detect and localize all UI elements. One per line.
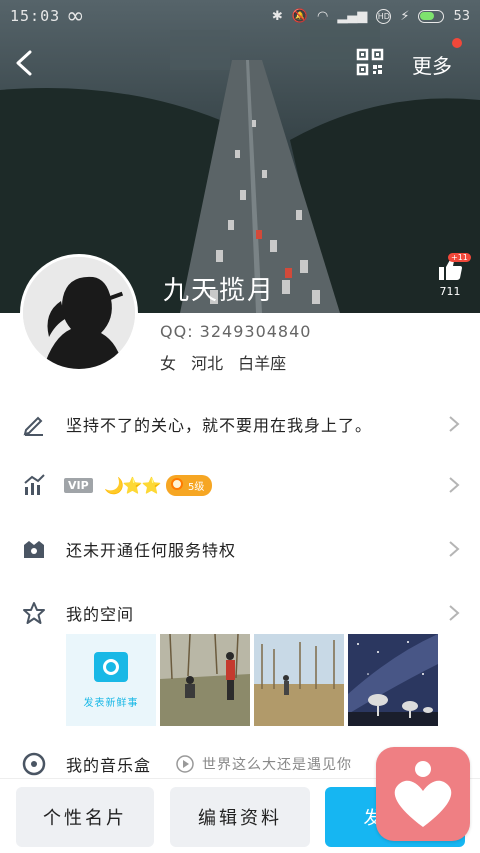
chevron-right-icon <box>449 605 460 621</box>
vip-row[interactable]: VIP 🌙⭐⭐ 5级 <box>0 457 480 513</box>
wifi-icon: ◠ <box>316 8 329 24</box>
pencil-icon <box>23 416 43 436</box>
top-nav: 更多 <box>0 38 480 88</box>
bluetooth-icon: ✱ <box>271 8 283 24</box>
vip-tag: VIP <box>64 477 93 493</box>
vip-level-icons: 🌙⭐⭐ <box>104 475 162 495</box>
chevron-right-icon <box>449 416 460 432</box>
service-row[interactable]: 还未开通任何服务特权 <box>0 521 480 577</box>
post-new-label: 发表新鲜事 <box>83 697 139 709</box>
signature-text: 坚持不了的关心，就不要用在我身上了。 <box>66 416 373 435</box>
avatar[interactable] <box>20 254 138 372</box>
photo-people-field <box>160 634 250 726</box>
status-bar: 15:03 ∞ ✱ 🔕 ◠ ▂▄▆ HD ⚡ 53 <box>0 0 480 32</box>
space-photo[interactable] <box>160 634 250 726</box>
status-icons: ✱ 🔕 ◠ ▂▄▆ HD ⚡ 53 <box>271 8 470 24</box>
space-photo-strip: 发表新鲜事 <box>66 634 440 726</box>
camera-icon <box>94 651 128 682</box>
service-text: 还未开通任何服务特权 <box>66 541 237 560</box>
mute-icon: 🔕 <box>291 8 308 24</box>
space-title: 我的空间 <box>66 605 135 624</box>
chevron-right-icon <box>449 541 460 557</box>
notification-dot <box>452 38 462 48</box>
music-song-title: 世界这么大还是遇见你 <box>202 757 352 773</box>
qr-code-icon[interactable] <box>356 48 384 76</box>
signal-icon: ▂▄▆ <box>337 8 368 24</box>
edit-profile-button[interactable]: 编辑资料 <box>170 787 310 847</box>
like-button[interactable]: +11 711 <box>430 253 471 298</box>
growth-chart-icon <box>24 474 45 495</box>
like-count: 711 <box>439 285 461 298</box>
crown-box-icon <box>24 541 44 558</box>
profile-card-button[interactable]: 个性名片 <box>16 787 154 847</box>
floating-heart-widget[interactable] <box>376 747 470 841</box>
more-button[interactable]: 更多 <box>412 50 452 79</box>
star-icon <box>23 602 45 624</box>
music-disc-icon <box>22 752 46 776</box>
back-chevron-icon[interactable] <box>12 50 34 76</box>
music-title: 我的音乐盒 <box>66 756 152 775</box>
space-photo[interactable] <box>348 634 438 726</box>
avatar-silhouette-image <box>23 257 135 369</box>
chevron-right-icon <box>449 477 460 493</box>
photo-starry-telescopes <box>348 634 438 726</box>
qq-number: QQ: 3249304840 <box>160 322 312 341</box>
battery-icon <box>418 9 445 23</box>
like-increment-badge: +11 <box>448 253 471 262</box>
signature-row[interactable]: 坚持不了的关心，就不要用在我身上了。 <box>0 396 480 452</box>
status-time: 15:03 <box>10 7 61 25</box>
level-badge: 5级 <box>166 474 213 496</box>
hd-icon: HD <box>376 8 392 24</box>
post-new-tile[interactable]: 发表新鲜事 <box>66 634 156 726</box>
gender-location-zodiac: 女 河北 白羊座 <box>160 354 287 373</box>
infinity-icon: ∞ <box>66 3 85 29</box>
battery-level: 53 <box>453 8 470 24</box>
space-photo[interactable] <box>254 634 344 726</box>
space-row[interactable]: 我的空间 <box>0 585 480 641</box>
photo-trees-person <box>254 634 344 726</box>
person-heart-icon <box>394 761 452 827</box>
charging-icon: ⚡ <box>400 8 410 24</box>
nickname: 九天揽月 <box>163 276 276 306</box>
play-icon[interactable] <box>176 755 194 773</box>
